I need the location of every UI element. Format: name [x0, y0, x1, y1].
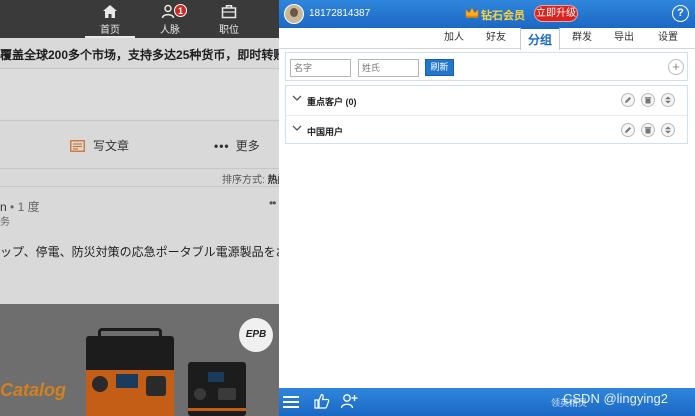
post-menu-icon[interactable]: ••: [269, 196, 276, 210]
briefcase-icon: [221, 5, 237, 19]
group-row[interactable]: 重点客户 (0): [286, 86, 687, 114]
background-page: 首页 人脉 1 职位 覆盖全球200多个市场，支持多达25种货币，即时转账至银 …: [0, 0, 279, 416]
delete-icon[interactable]: [641, 93, 655, 107]
group-name: 中国用户: [307, 127, 344, 137]
tab-settings[interactable]: 设置: [649, 28, 687, 49]
group-list: 重点客户 (0) 中国用户: [285, 85, 688, 144]
account-phone: 18172814387: [309, 8, 371, 19]
tab-export[interactable]: 导出: [606, 28, 642, 49]
group-name: 重点客户 (0): [307, 97, 357, 107]
panel-footer: 领英精灵 CSDN @lingying2: [279, 388, 695, 416]
sort-prefix: 排序方式:: [222, 175, 265, 186]
power-station-small-image: [188, 362, 246, 416]
add-group-button[interactable]: +: [668, 59, 684, 75]
divider: [0, 186, 279, 187]
upgrade-button[interactable]: 立即升级: [534, 5, 578, 22]
nav-label-home: 首页: [100, 25, 120, 36]
chevron-down-icon[interactable]: [292, 94, 302, 102]
group-row[interactable]: 中国用户: [286, 115, 687, 143]
promo-banner-text: 覆盖全球200多个市场，支持多达25种货币，即时转账至银: [0, 48, 279, 62]
sort-control[interactable]: 排序方式: 热门: [222, 171, 279, 186]
nav-label-jobs: 职位: [219, 25, 239, 36]
tab-bar: 加人 好友 分组 群发 导出 设置: [279, 27, 695, 50]
reorder-icon[interactable]: [661, 93, 675, 107]
nav-label-network: 人脉: [160, 25, 180, 36]
nav-item-home[interactable]: 首页: [85, 4, 135, 38]
membership-label: 钻石会员: [481, 10, 525, 22]
divider: [0, 168, 279, 169]
more-label: 更多: [235, 139, 260, 153]
more-button[interactable]: ••• 更多: [214, 137, 260, 154]
first-name-input[interactable]: [290, 59, 351, 77]
delete-icon[interactable]: [641, 123, 655, 137]
author-subtitle: 务: [0, 217, 10, 228]
csdn-watermark: CSDN @lingying2: [563, 391, 668, 406]
brand-logo: EPB: [239, 318, 273, 352]
author-name: n: [0, 200, 7, 214]
notification-badge: 1: [174, 4, 187, 17]
nav-item-network[interactable]: 人脉 1: [145, 4, 195, 36]
plugin-panel: 18172814387 钻石会员 立即升级 ? 加人 好友 分组 群发 导出 设…: [279, 0, 695, 416]
home-icon: [103, 5, 117, 18]
post-text: ップ、停電、防災対策の応急ポータブル電源製品をお勧: [0, 245, 279, 259]
post-composer-area[interactable]: [0, 69, 279, 119]
tab-groups[interactable]: 分组: [520, 27, 560, 50]
group-filter-form: 刷新 +: [285, 52, 688, 81]
power-station-large-image: [86, 328, 174, 416]
tab-friends[interactable]: 好友: [478, 28, 514, 49]
thumbs-up-icon[interactable]: [313, 392, 330, 410]
write-article-button[interactable]: 写文章: [70, 137, 129, 154]
edit-icon[interactable]: [621, 93, 635, 107]
add-user-icon[interactable]: [340, 392, 358, 410]
connection-degree: • 1 度: [10, 200, 40, 214]
help-icon[interactable]: ?: [672, 5, 689, 22]
menu-icon[interactable]: [283, 394, 299, 410]
refresh-button[interactable]: 刷新: [425, 59, 454, 76]
chevron-down-icon[interactable]: [292, 124, 302, 132]
tab-add-person[interactable]: 加人: [436, 28, 472, 49]
nav-item-jobs[interactable]: 职位: [204, 4, 254, 36]
avatar[interactable]: [284, 4, 304, 24]
divider: [0, 120, 279, 121]
top-navigation: 首页 人脉 1 职位: [0, 0, 279, 38]
panel-header: 18172814387 钻石会员 立即升级 ?: [279, 0, 695, 28]
post-image[interactable]: Catalog EPB: [0, 304, 279, 416]
more-dots-icon: •••: [214, 138, 230, 153]
reorder-icon[interactable]: [661, 123, 675, 137]
sort-value: 热门: [267, 175, 279, 186]
article-icon: [70, 139, 85, 152]
crown-icon: [465, 7, 479, 18]
last-name-input[interactable]: [358, 59, 419, 77]
edit-icon[interactable]: [621, 123, 635, 137]
write-article-label: 写文章: [93, 139, 130, 153]
catalog-text: Catalog: [0, 380, 67, 400]
tab-bulk-message[interactable]: 群发: [564, 28, 600, 49]
